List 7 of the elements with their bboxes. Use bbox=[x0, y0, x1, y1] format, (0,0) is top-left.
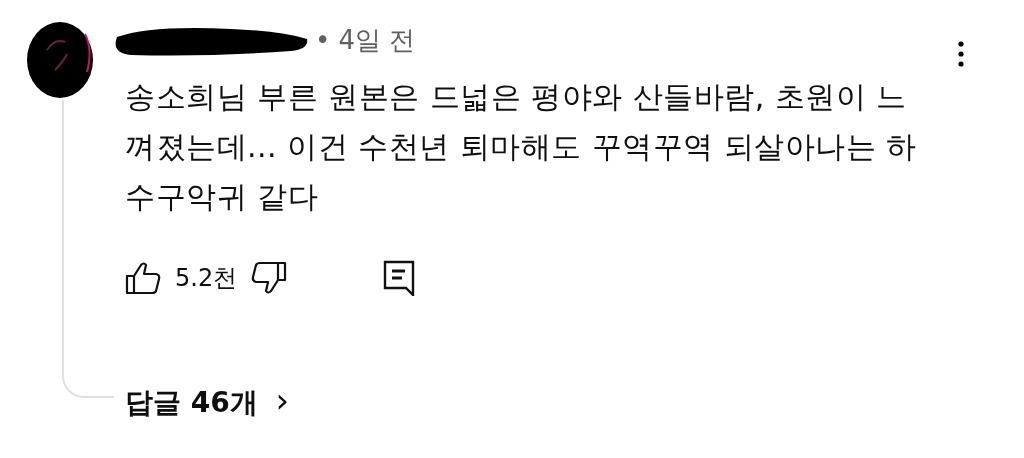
like-count: 5.2천 bbox=[175, 263, 238, 294]
comment-text: 송소희님 부른 원본은 드넓은 평야와 산들바람, 초원이 느껴졌는데... 이건 수천년 퇴마해도 꾸역꾸역 되살아나는 하수구악귀 같다 bbox=[125, 78, 918, 216]
thumbs-down-icon[interactable] bbox=[251, 261, 288, 295]
reply-icon[interactable] bbox=[383, 260, 416, 296]
thumbs-up-icon[interactable] bbox=[125, 261, 161, 295]
comment-time: • 4일 전 bbox=[315, 23, 416, 57]
replies-button[interactable]: 답글 46개 › bbox=[125, 380, 290, 422]
